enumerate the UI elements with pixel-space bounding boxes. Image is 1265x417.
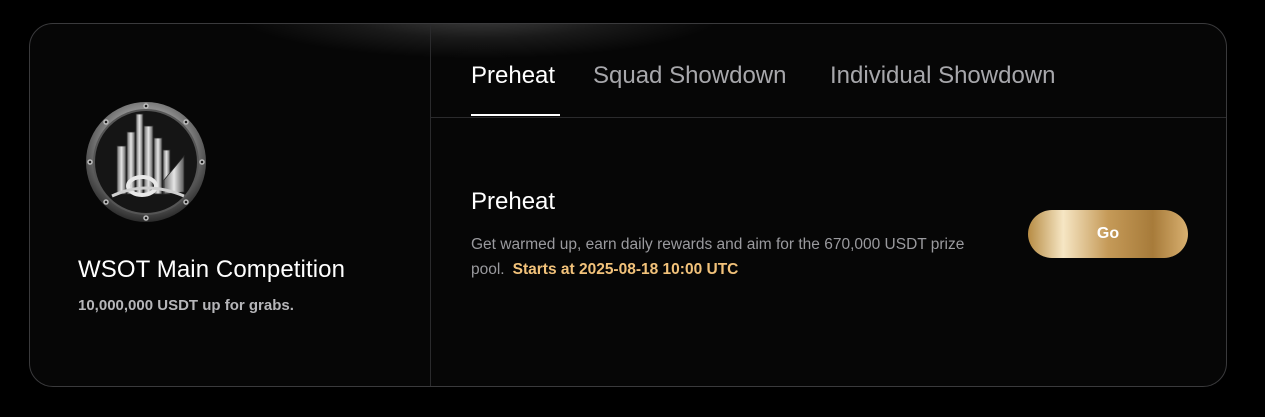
competition-info-panel: WSOT Main Competition 10,000,000 USDT up… (30, 24, 431, 386)
stage-start-time: Starts at 2025-08-18 10:00 UTC (512, 261, 739, 278)
competition-stages-panel: Preheat Squad Showdown Individual Showdo… (431, 24, 1226, 386)
tab-squad-showdown[interactable]: Squad Showdown (593, 62, 786, 90)
stage-tabs: Preheat Squad Showdown Individual Showdo… (431, 24, 1226, 118)
competition-card: WSOT Main Competition 10,000,000 USDT up… (29, 23, 1227, 387)
stage-title: Preheat (471, 188, 556, 215)
tab-preheat[interactable]: Preheat (471, 62, 555, 90)
tab-individual-showdown[interactable]: Individual Showdown (830, 62, 1055, 90)
stage-description: Get warmed up, earn daily rewards and ai… (471, 232, 1031, 282)
competition-title: WSOT Main Competition (78, 256, 346, 283)
active-tab-indicator (471, 114, 560, 116)
competition-subtitle: 10,000,000 USDT up for grabs. (78, 297, 294, 314)
go-button[interactable]: Go (1028, 210, 1188, 258)
city-skyline-emblem-icon (84, 100, 208, 224)
